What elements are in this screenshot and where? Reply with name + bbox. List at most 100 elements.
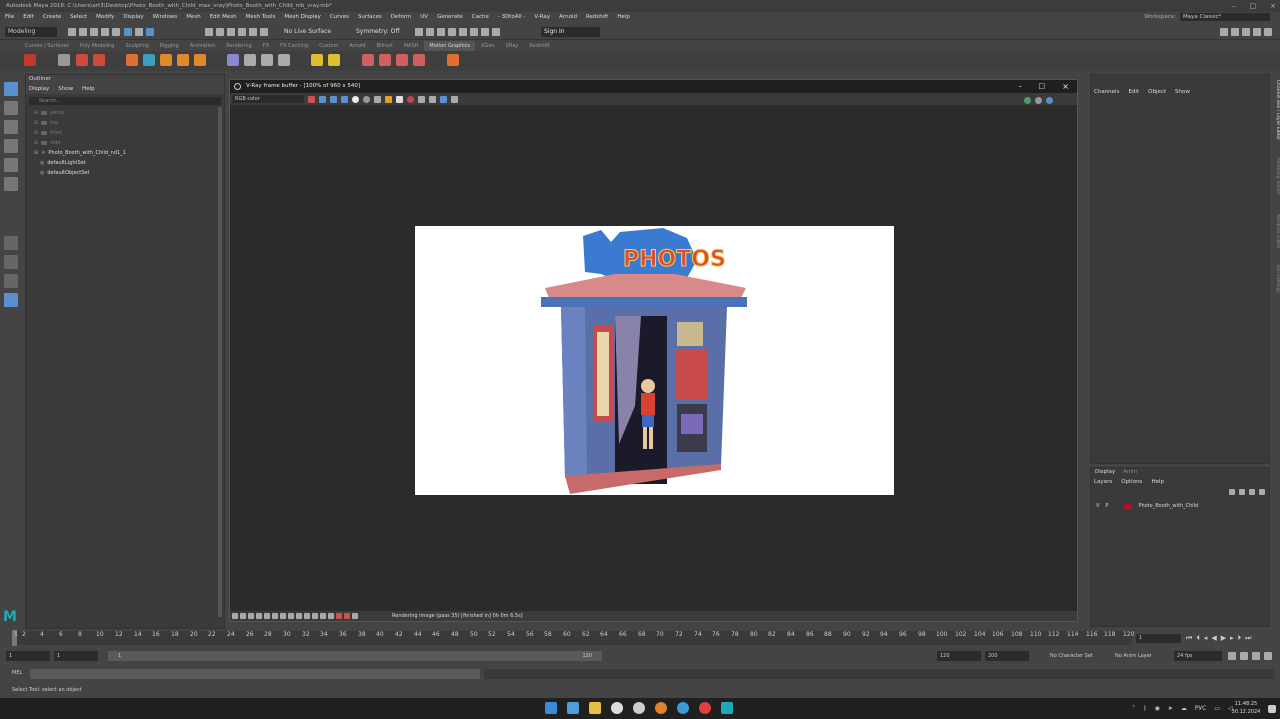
menu-display[interactable]: Display [123, 12, 143, 22]
create-icon[interactable] [244, 54, 256, 66]
menu-surfaces[interactable]: Surfaces [358, 12, 382, 22]
mel-label[interactable]: MEL [12, 670, 22, 676]
shelf-tab-fx[interactable]: FX [258, 41, 274, 51]
outliner-item-front[interactable]: ⊞ front [34, 128, 224, 138]
auto-key-icon[interactable] [1252, 652, 1260, 660]
side-tab-channel-box[interactable]: Channel Box / Layer Editor [1271, 80, 1280, 150]
shelf-tab-mash[interactable]: MASH [399, 41, 424, 51]
menu-modify[interactable]: Modify [96, 12, 114, 22]
vfb-minimize-icon[interactable]: – [1019, 80, 1023, 93]
outliner-item-side[interactable]: ⊞ side [34, 138, 224, 148]
range-bar[interactable]: 1 120 [108, 651, 602, 661]
menu-mesh[interactable]: Mesh [186, 12, 200, 22]
menu-create[interactable]: Create [43, 12, 61, 22]
open-scene-icon[interactable] [79, 28, 87, 36]
two-pane-icon[interactable] [4, 274, 18, 288]
menu-curves[interactable]: Curves [330, 12, 349, 22]
vfb-tool-14-icon[interactable] [336, 613, 342, 619]
text-icon[interactable] [160, 54, 172, 66]
unreal-icon[interactable] [611, 702, 623, 714]
time-slider[interactable]: 1 2 4 6 8 10 12 14 16 18 20 22 24 26 28 … [0, 629, 1280, 647]
layer-visibility-toggle[interactable]: V [1096, 503, 1099, 509]
shelf-tab-motion-graphics[interactable]: Motion Graphics [424, 41, 476, 51]
side-tab-modeling-toolkit[interactable]: Modeling Toolkit [1271, 158, 1280, 208]
shelf-tab-xgen[interactable]: XGen [476, 41, 500, 51]
move-layer-down-icon[interactable] [1239, 489, 1245, 495]
clear-image-icon[interactable] [396, 95, 403, 103]
menu-edit[interactable]: Edit [23, 12, 34, 22]
region-render-icon[interactable] [418, 95, 425, 103]
animation-start-field[interactable]: 1 [6, 651, 50, 661]
scale-tool-icon[interactable] [4, 177, 18, 191]
animation-end-field[interactable]: 200 [985, 651, 1029, 661]
cloud-icon[interactable]: ☁ [1181, 704, 1187, 714]
snap-point-icon[interactable] [227, 28, 235, 36]
vfb-tool-1-icon[interactable] [232, 613, 238, 619]
shirt-icon[interactable] [379, 54, 391, 66]
menu-3dtoall[interactable]: - 3DtoAll - [498, 12, 526, 22]
alpha-channel-icon[interactable] [352, 95, 359, 103]
vfb-tool-15-icon[interactable] [344, 613, 350, 619]
fps-dropdown[interactable]: 24 fps [1174, 651, 1222, 661]
shelf-list-icon[interactable] [58, 54, 70, 66]
menu-redshift[interactable]: Redshift [586, 12, 608, 22]
menu-arnold[interactable]: Arnold [559, 12, 577, 22]
menu-mesh-tools[interactable]: Mesh Tools [246, 12, 276, 22]
live-surface-label[interactable]: No Live Surface [284, 27, 331, 37]
deform-icon[interactable] [261, 54, 273, 66]
outliner-item-default-light-set[interactable]: ◎ defaultLightSet [34, 158, 224, 168]
menu-file[interactable]: File [5, 12, 14, 22]
playback-end-field[interactable]: 120 [937, 651, 981, 661]
animation-prefs-icon[interactable] [1264, 652, 1272, 660]
rotate-tool-icon[interactable] [4, 158, 18, 172]
red-channel-icon[interactable] [319, 95, 326, 103]
telegram-tray-icon[interactable]: ➤ [1168, 704, 1173, 714]
rgb-channel-icon[interactable] [308, 95, 315, 103]
render-icon[interactable] [1046, 97, 1053, 104]
paint-select-tool-icon[interactable] [4, 120, 18, 134]
menu-edit-mesh[interactable]: Edit Mesh [210, 12, 237, 22]
vfb-tool-4-icon[interactable] [256, 613, 262, 619]
shelf-settings-icon[interactable] [24, 54, 36, 66]
undo-icon[interactable] [101, 28, 109, 36]
notifications-icon[interactable] [1268, 705, 1276, 713]
pause-icon[interactable] [492, 28, 500, 36]
chevron-up-icon[interactable]: ˄ [1132, 704, 1135, 714]
symmetry-label[interactable]: Symmetry: Off [356, 27, 399, 37]
vfb-tool-2-icon[interactable] [240, 613, 246, 619]
playback-start-field[interactable]: 1 [54, 651, 98, 661]
menu-select[interactable]: Select [70, 12, 87, 22]
green-channel-icon[interactable] [330, 95, 337, 103]
shelf-tab-arnold[interactable]: Arnold [344, 41, 370, 51]
layer-color-swatch[interactable] [1124, 502, 1133, 510]
shelf-tab-bifrost[interactable]: Bifrost [372, 41, 398, 51]
stop-render-icon[interactable] [407, 95, 414, 103]
shelf-tab-custom[interactable]: Custom [314, 41, 343, 51]
layer-tab-display[interactable]: Display [1095, 468, 1115, 477]
step-forward-frame-icon[interactable]: ▸ [1230, 633, 1234, 643]
outliner-search-input[interactable]: Search... [29, 97, 221, 105]
vfb-channel-dropdown[interactable]: RGB color [232, 95, 304, 103]
add-shelf-item-icon[interactable] [447, 54, 459, 66]
layer-menu-help[interactable]: Help [1151, 477, 1164, 487]
hypershade-icon[interactable] [448, 28, 456, 36]
menu-uv[interactable]: UV [420, 12, 428, 22]
vfb-tool-16-icon[interactable] [352, 613, 358, 619]
burst-icon[interactable] [413, 54, 425, 66]
channel-box-icon[interactable] [1253, 28, 1261, 36]
language-indicator[interactable]: РУС [1195, 704, 1206, 714]
mash-curve-icon[interactable] [143, 54, 155, 66]
vfb-tool-7-icon[interactable] [280, 613, 286, 619]
select-component-icon[interactable] [146, 28, 154, 36]
clock[interactable]: 11:48:25 30.12.2024 [1228, 700, 1264, 716]
snap-live-icon[interactable] [260, 28, 268, 36]
outliner-scrollbar[interactable] [218, 107, 222, 617]
start-icon[interactable] [545, 702, 557, 714]
save-scene-icon[interactable] [90, 28, 98, 36]
sweep-mesh-icon[interactable] [227, 54, 239, 66]
current-frame-field[interactable]: 1 [1136, 634, 1181, 643]
interactive-render-icon[interactable] [1024, 97, 1031, 104]
outliner-item-photo-booth[interactable]: ⊞ ✳ Photo_Booth_with_Child_nd1_1 [34, 148, 224, 158]
track-mouse-icon[interactable] [429, 95, 436, 103]
bluetooth-icon[interactable]: ᛒ [1143, 704, 1147, 714]
